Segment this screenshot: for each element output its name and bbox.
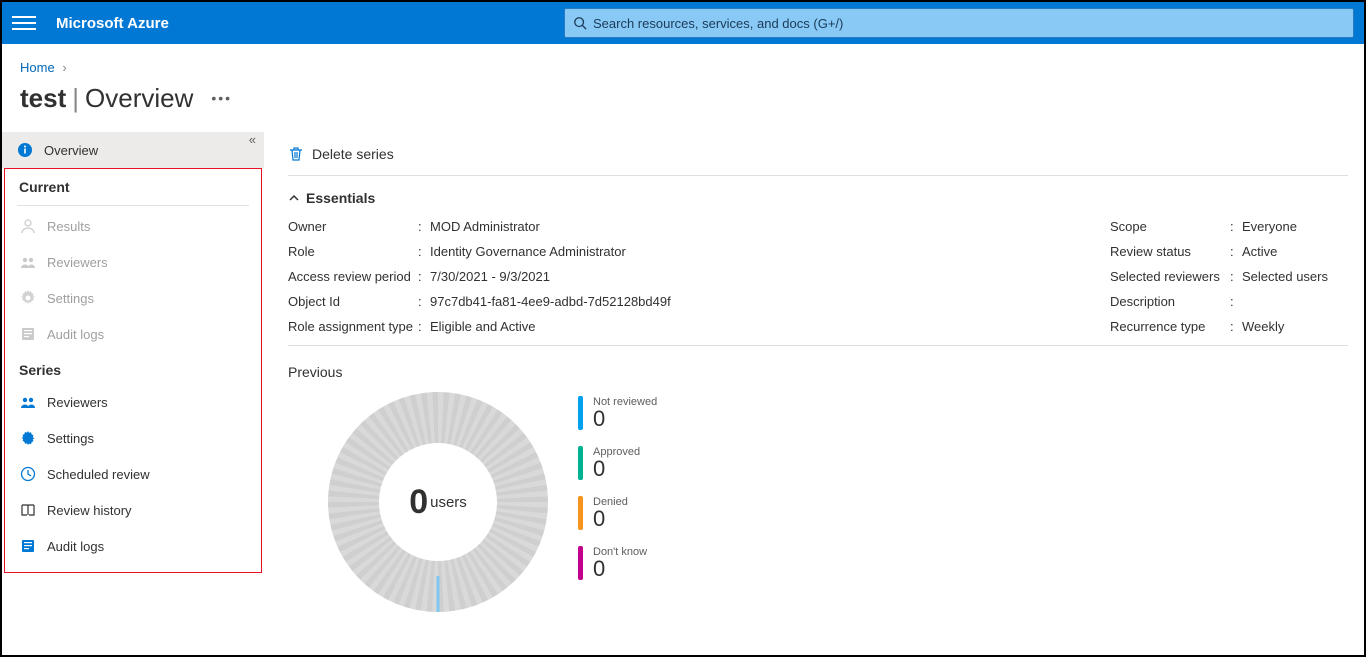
log-icon xyxy=(19,325,37,343)
person-icon xyxy=(19,217,37,235)
more-actions-button[interactable]: ••• xyxy=(211,90,232,106)
trash-icon xyxy=(288,146,304,162)
legend-value: 0 xyxy=(593,558,647,580)
legend-value: 0 xyxy=(593,408,657,430)
kv-key: Scope xyxy=(1110,219,1230,234)
sidebar-item-label: Reviewers xyxy=(47,255,108,270)
kv-value: MOD Administrator xyxy=(430,219,540,234)
sidebar-item-overview[interactable]: Overview xyxy=(2,132,264,168)
toolbar: Delete series xyxy=(288,132,1348,176)
legend-value: 0 xyxy=(593,458,640,480)
kv-value: Active xyxy=(1242,244,1277,259)
sidebar-item-scheduled-review[interactable]: Scheduled review xyxy=(5,456,261,492)
sidebar-item-results[interactable]: Results xyxy=(5,208,261,244)
sidebar: « Overview Current Results Reviewers Set… xyxy=(2,132,264,612)
essentials-heading: Essentials xyxy=(306,190,375,206)
legend-color-bar xyxy=(578,396,583,430)
page-title: test | Overview ••• xyxy=(2,83,1364,132)
kv-key: Role xyxy=(288,244,418,259)
legend-item-denied: Denied0 xyxy=(578,496,657,530)
people-icon xyxy=(19,253,37,271)
sidebar-item-label: Scheduled review xyxy=(47,467,150,482)
kv-key: Role assignment type xyxy=(288,319,418,334)
sidebar-item-audit-logs-current[interactable]: Audit logs xyxy=(5,316,261,352)
breadcrumb-home[interactable]: Home xyxy=(20,60,55,75)
sidebar-section-current: Current xyxy=(5,169,261,201)
sidebar-item-label: Audit logs xyxy=(47,327,104,342)
sidebar-item-label: Audit logs xyxy=(47,539,104,554)
sidebar-item-label: Settings xyxy=(47,431,94,446)
hamburger-menu-button[interactable] xyxy=(12,11,36,35)
sidebar-item-label: Results xyxy=(47,219,90,234)
clock-icon xyxy=(19,465,37,483)
breadcrumb: Home › xyxy=(2,44,1364,83)
legend-item-dont-know: Don't know0 xyxy=(578,546,657,580)
highlighted-section: Current Results Reviewers Settings Audit… xyxy=(4,168,262,573)
global-search[interactable] xyxy=(564,8,1354,38)
brand-label: Microsoft Azure xyxy=(56,15,169,32)
kv-value: Eligible and Active xyxy=(430,319,536,334)
essentials-grid: Owner:MOD Administrator Role:Identity Go… xyxy=(288,214,1348,339)
collapse-sidebar-button[interactable]: « xyxy=(249,132,256,147)
page-title-main: test xyxy=(20,83,66,114)
legend: Not reviewed0 Approved0 Denied0 Don't kn… xyxy=(578,392,657,580)
sidebar-item-reviewers-series[interactable]: Reviewers xyxy=(5,384,261,420)
kv-key: Description xyxy=(1110,294,1230,309)
legend-color-bar xyxy=(578,446,583,480)
kv-key: Owner xyxy=(288,219,418,234)
kv-key: Selected reviewers xyxy=(1110,269,1230,284)
donut-value: 0 xyxy=(409,483,428,522)
search-icon xyxy=(573,16,587,30)
info-icon xyxy=(16,141,34,159)
essentials-toggle[interactable]: Essentials xyxy=(288,176,1348,214)
sidebar-item-reviewers-current[interactable]: Reviewers xyxy=(5,244,261,280)
previous-heading: Previous xyxy=(288,358,1348,392)
donut-chart: 0users xyxy=(328,392,548,612)
kv-key: Review status xyxy=(1110,244,1230,259)
gear-icon xyxy=(19,289,37,307)
legend-item-not-reviewed: Not reviewed0 xyxy=(578,396,657,430)
toolbar-button-label: Delete series xyxy=(312,146,394,162)
page-title-sub: Overview xyxy=(85,83,193,114)
kv-value: Selected users xyxy=(1242,269,1328,284)
sidebar-item-label: Settings xyxy=(47,291,94,306)
chevron-up-icon xyxy=(288,192,300,204)
sidebar-item-audit-logs-series[interactable]: Audit logs xyxy=(5,528,261,564)
kv-value: Everyone xyxy=(1242,219,1297,234)
top-bar: Microsoft Azure xyxy=(2,2,1364,44)
kv-value: Weekly xyxy=(1242,319,1284,334)
previous-chart: 0users Not reviewed0 Approved0 Denied0 xyxy=(288,392,1348,612)
delete-series-button[interactable]: Delete series xyxy=(288,146,394,162)
book-icon xyxy=(19,501,37,519)
kv-key: Access review period xyxy=(288,269,418,284)
sidebar-item-settings-current[interactable]: Settings xyxy=(5,280,261,316)
donut-label: users xyxy=(430,494,467,511)
legend-item-approved: Approved0 xyxy=(578,446,657,480)
sidebar-item-review-history[interactable]: Review history xyxy=(5,492,261,528)
sidebar-item-label: Overview xyxy=(44,143,98,158)
sidebar-section-series: Series xyxy=(5,352,261,384)
sidebar-item-label: Reviewers xyxy=(47,395,108,410)
log-icon xyxy=(19,537,37,555)
legend-color-bar xyxy=(578,546,583,580)
chevron-right-icon: › xyxy=(62,60,66,75)
kv-value: 97c7db41-fa81-4ee9-adbd-7d52128bd49f xyxy=(430,294,671,309)
search-input[interactable] xyxy=(593,16,1345,31)
kv-value: 7/30/2021 - 9/3/2021 xyxy=(430,269,550,284)
people-icon xyxy=(19,393,37,411)
page-title-separator: | xyxy=(72,83,79,114)
legend-value: 0 xyxy=(593,508,628,530)
kv-key: Object Id xyxy=(288,294,418,309)
main-content: Delete series Essentials Owner:MOD Admin… xyxy=(264,132,1364,612)
donut-center: 0users xyxy=(379,443,497,561)
legend-color-bar xyxy=(578,496,583,530)
sidebar-item-settings-series[interactable]: Settings xyxy=(5,420,261,456)
kv-value: Identity Governance Administrator xyxy=(430,244,626,259)
kv-key: Recurrence type xyxy=(1110,319,1230,334)
sidebar-item-label: Review history xyxy=(47,503,132,518)
gear-icon xyxy=(19,429,37,447)
